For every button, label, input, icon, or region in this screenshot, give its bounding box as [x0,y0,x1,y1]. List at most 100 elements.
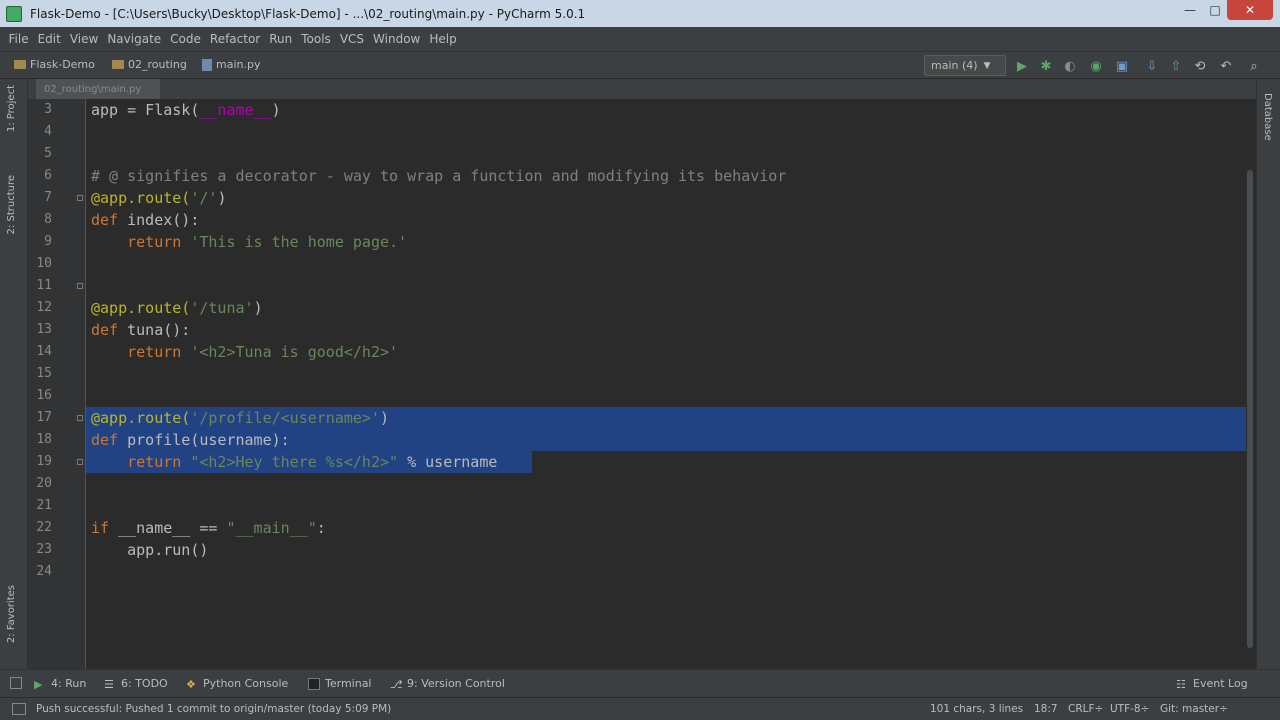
minimize-button[interactable]: — [1177,0,1203,20]
fold-marker-icon[interactable] [77,459,83,465]
code-token: : [316,519,326,537]
history-icon[interactable]: ⟲ [1192,58,1208,74]
python-console-tool-button[interactable]: ❖ Python Console [186,677,288,691]
code-line[interactable]: @app.route('/tuna') [91,297,263,319]
code-line[interactable]: @app.route('/profile/<username>') [91,407,389,429]
pycharm-app-icon [6,5,22,22]
menu-view[interactable]: View [65,32,102,46]
right-tool-strip: Database [1256,79,1280,669]
line-number: 6 [44,168,52,183]
close-button[interactable]: ✕ [1227,0,1273,20]
menu-run[interactable]: Run [265,32,297,46]
debug-icon[interactable]: ✱ [1038,58,1054,74]
code-token: profile(username): [127,431,290,449]
run-icon[interactable]: ▶ [1014,58,1030,74]
code-line[interactable]: app.run() [91,539,208,561]
todo-tool-button[interactable]: ☰ 6: TODO [104,677,168,691]
version-control-icon: ⎇ [390,677,403,691]
menu-edit[interactable]: Edit [33,32,65,46]
line-number: 9 [44,234,52,249]
run-tool-button[interactable]: ▶ 4: Run [34,677,86,691]
code-token: def [91,431,128,449]
breadcrumb-file[interactable]: main.py [202,58,260,71]
search-icon[interactable]: ⌕ [1246,58,1262,74]
stop-icon[interactable]: ▣ [1114,58,1130,74]
tool-windows-toggle[interactable] [10,677,27,689]
code-token: '/profile/<username>' [190,409,380,427]
code-token: 'This is the home page.' [190,233,408,251]
favorites-tool-button[interactable]: 2: Favorites [6,585,17,643]
line-number: 16 [36,388,52,403]
menu-window[interactable]: Window [369,32,425,46]
menu-tools[interactable]: Tools [297,32,336,46]
breadcrumb-folder[interactable]: 02_routing [112,58,187,71]
menu-file[interactable]: File [4,32,33,46]
code-token: def [91,321,128,339]
window-title: Flask-Demo - [C:\Users\Bucky\Desktop\Fla… [30,6,586,21]
coverage-icon[interactable]: ◐ [1062,58,1078,74]
event-log-tool-button[interactable]: ☷ Event Log [1176,677,1248,691]
run-icon: ▶ [34,677,43,691]
vcs-update-icon[interactable]: ⇩ [1144,58,1160,74]
code-line[interactable]: def tuna(): [91,319,190,341]
menu-vcs[interactable]: VCS [335,32,368,46]
tool-windows-icon [10,677,22,689]
terminal-icon [308,677,320,690]
code-line[interactable]: return 'This is the home page.' [91,231,407,253]
line-number: 13 [36,322,52,337]
menu-code[interactable]: Code [166,32,206,46]
code-line[interactable]: @app.route('/') [91,187,226,209]
todo-tool-label: 6: TODO [121,677,168,690]
code-editor[interactable]: app = Flask(__name__) # @ signifies a dec… [86,99,1250,669]
database-tool-button[interactable]: Database [1262,93,1273,141]
title-bar: Flask-Demo - [C:\Users\Bucky\Desktop\Fla… [0,0,1280,27]
status-message[interactable]: Push successful: Pushed 1 commit to orig… [36,703,391,715]
menu-refactor[interactable]: Refactor [205,32,264,46]
breadcrumb-label: Flask-Demo [30,58,95,71]
python-console-icon: ❖ [186,677,196,691]
line-number: 24 [36,564,52,579]
code-token: ) [217,189,227,207]
fold-marker-icon[interactable] [77,283,83,289]
maximize-button[interactable]: □ [1203,0,1227,20]
file-encoding[interactable]: UTF-8÷ [1110,703,1149,715]
git-branch[interactable]: Git: master÷ [1160,703,1228,715]
run-config-select[interactable]: main (4) ▼ [924,55,1006,76]
code-token: % username [398,453,498,471]
profile-icon[interactable]: ◉ [1088,58,1104,74]
status-toggle-icon[interactable] [12,703,26,715]
version-control-tool-button[interactable]: ⎇ 9: Version Control [390,677,505,691]
code-token: "__main__" [226,519,317,537]
code-token: if [91,519,119,537]
fold-marker-icon[interactable] [77,415,83,421]
line-number: 21 [36,498,52,513]
code-token: @app.route( [91,189,191,207]
line-number: 11 [36,278,52,293]
code-line[interactable]: return '<h2>Tuna is good</h2>' [91,341,398,363]
code-line[interactable]: def index(): [91,209,199,231]
breadcrumb-project[interactable]: Flask-Demo [14,58,95,71]
terminal-tool-button[interactable]: Terminal [308,677,372,690]
line-separator[interactable]: CRLF÷ [1068,703,1103,715]
code-line[interactable]: return "<h2>Hey there %s</h2>" % usernam… [91,451,497,473]
code-token: return [91,343,191,361]
line-number: 3 [44,102,52,117]
vcs-commit-icon[interactable]: ⇧ [1168,58,1184,74]
code-token: '/tuna' [190,299,254,317]
menu-help[interactable]: Help [425,32,461,46]
editor-tab-main[interactable]: 02_routing\main.py [36,79,160,99]
caret-position[interactable]: 18:7 [1034,703,1058,715]
code-token: "<h2>Hey there %s</h2>" [190,453,399,471]
line-number: 20 [36,476,52,491]
editor-scrollbar-thumb[interactable] [1247,170,1253,648]
menu-navigate[interactable]: Navigate [103,32,166,46]
project-tool-button[interactable]: 1: Project [6,85,17,132]
structure-tool-button[interactable]: 2: Structure [6,175,17,234]
code-token: return [91,233,191,251]
undo-icon[interactable]: ↶ [1218,58,1234,74]
code-line[interactable]: app = Flask(__name__) [91,99,281,121]
code-line[interactable]: # @ signifies a decorator - way to wrap … [91,165,786,187]
code-line[interactable]: if __name__ == "__main__": [91,517,326,539]
code-line[interactable]: def profile(username): [91,429,290,451]
fold-marker-icon[interactable] [77,195,83,201]
